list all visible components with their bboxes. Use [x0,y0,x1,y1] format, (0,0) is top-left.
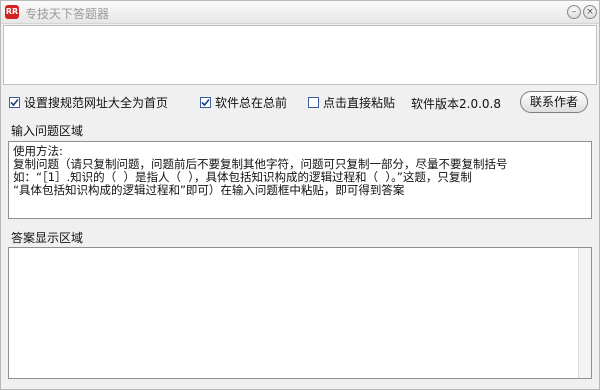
options-toolbar: 设置搜规范网址大全为首页 软件总在总前 点击直接粘贴 软件版本2.0.0.8 联… [1,90,600,114]
answer-display[interactable] [8,247,592,379]
app-window: RR 专技天下答题器 – × 设置搜规范网址大全为首页 软件总在总前 点击直接粘… [0,0,600,390]
close-icon: × [586,7,594,17]
answer-section-label: 答案显示区域 [11,231,84,245]
topmost-checkbox[interactable]: 软件总在总前 [200,94,287,110]
title-bar[interactable]: RR 专技天下答题器 – × [1,1,599,24]
checkmark-icon [10,98,19,106]
paste-checkbox-label: 点击直接粘贴 [323,95,396,110]
contact-author-button[interactable]: 联系作者 [520,91,588,113]
checkbox-box[interactable] [9,96,20,108]
close-button[interactable]: × [583,5,597,19]
input-line: “具体包括知识构成的逻辑过程和”即可）在输入问题框中粘贴，即可得到答案 [13,183,405,197]
minimize-button[interactable]: – [567,5,581,19]
version-label: 软件版本2.0.0.8 [411,97,501,111]
checkbox-box[interactable] [200,96,211,108]
checkmark-icon [201,98,210,106]
minimize-icon: – [571,7,577,17]
app-logo-icon: RR [5,5,19,19]
homepage-checkbox-label: 设置搜规范网址大全为首页 [24,95,169,110]
input-section-label: 输入问题区域 [11,124,84,138]
checkbox-box[interactable] [308,96,319,108]
window-title: 专技天下答题器 [25,7,110,21]
top-display-panel [3,25,597,85]
paste-checkbox[interactable]: 点击直接粘贴 [308,94,395,110]
answer-scrollbar[interactable] [578,248,591,378]
question-input[interactable]: 使用方法: 复制问题（请只复制问题，问题前后不要复制其他字符，问题可只复制一部分… [8,141,592,219]
topmost-checkbox-label: 软件总在总前 [215,95,288,110]
homepage-checkbox[interactable]: 设置搜规范网址大全为首页 [9,94,168,110]
